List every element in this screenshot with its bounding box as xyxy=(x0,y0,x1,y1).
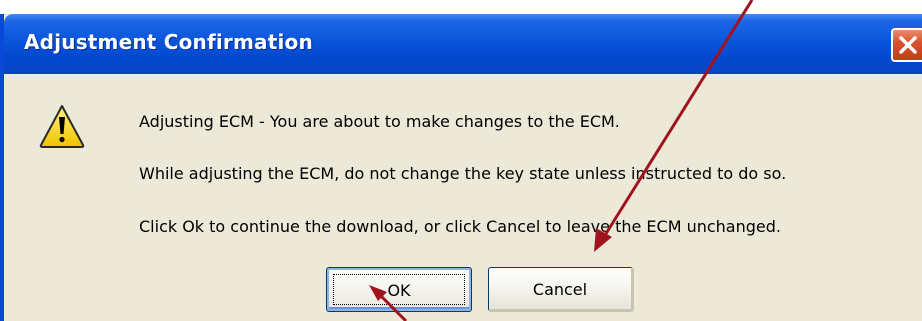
dialog-title: Adjustment Confirmation xyxy=(24,30,313,54)
message-line-1: Adjusting ECM - You are about to make ch… xyxy=(139,112,620,131)
cancel-button[interactable]: Cancel xyxy=(488,267,634,312)
message-line-2: While adjusting the ECM, do not change t… xyxy=(139,164,787,183)
close-button[interactable] xyxy=(891,28,922,62)
ok-button-label: OK xyxy=(333,274,465,305)
dialog-window: Adjustment Confirmation Adjusting ECM - … xyxy=(0,14,922,321)
close-x-icon xyxy=(899,36,917,54)
screenshot-stage: Adjustment Confirmation Adjusting ECM - … xyxy=(0,0,922,321)
title-bar[interactable]: Adjustment Confirmation xyxy=(4,14,922,74)
message-line-3: Click Ok to continue the download, or cl… xyxy=(139,217,781,236)
ok-button[interactable]: OK xyxy=(326,267,472,312)
warning-icon xyxy=(39,105,85,148)
